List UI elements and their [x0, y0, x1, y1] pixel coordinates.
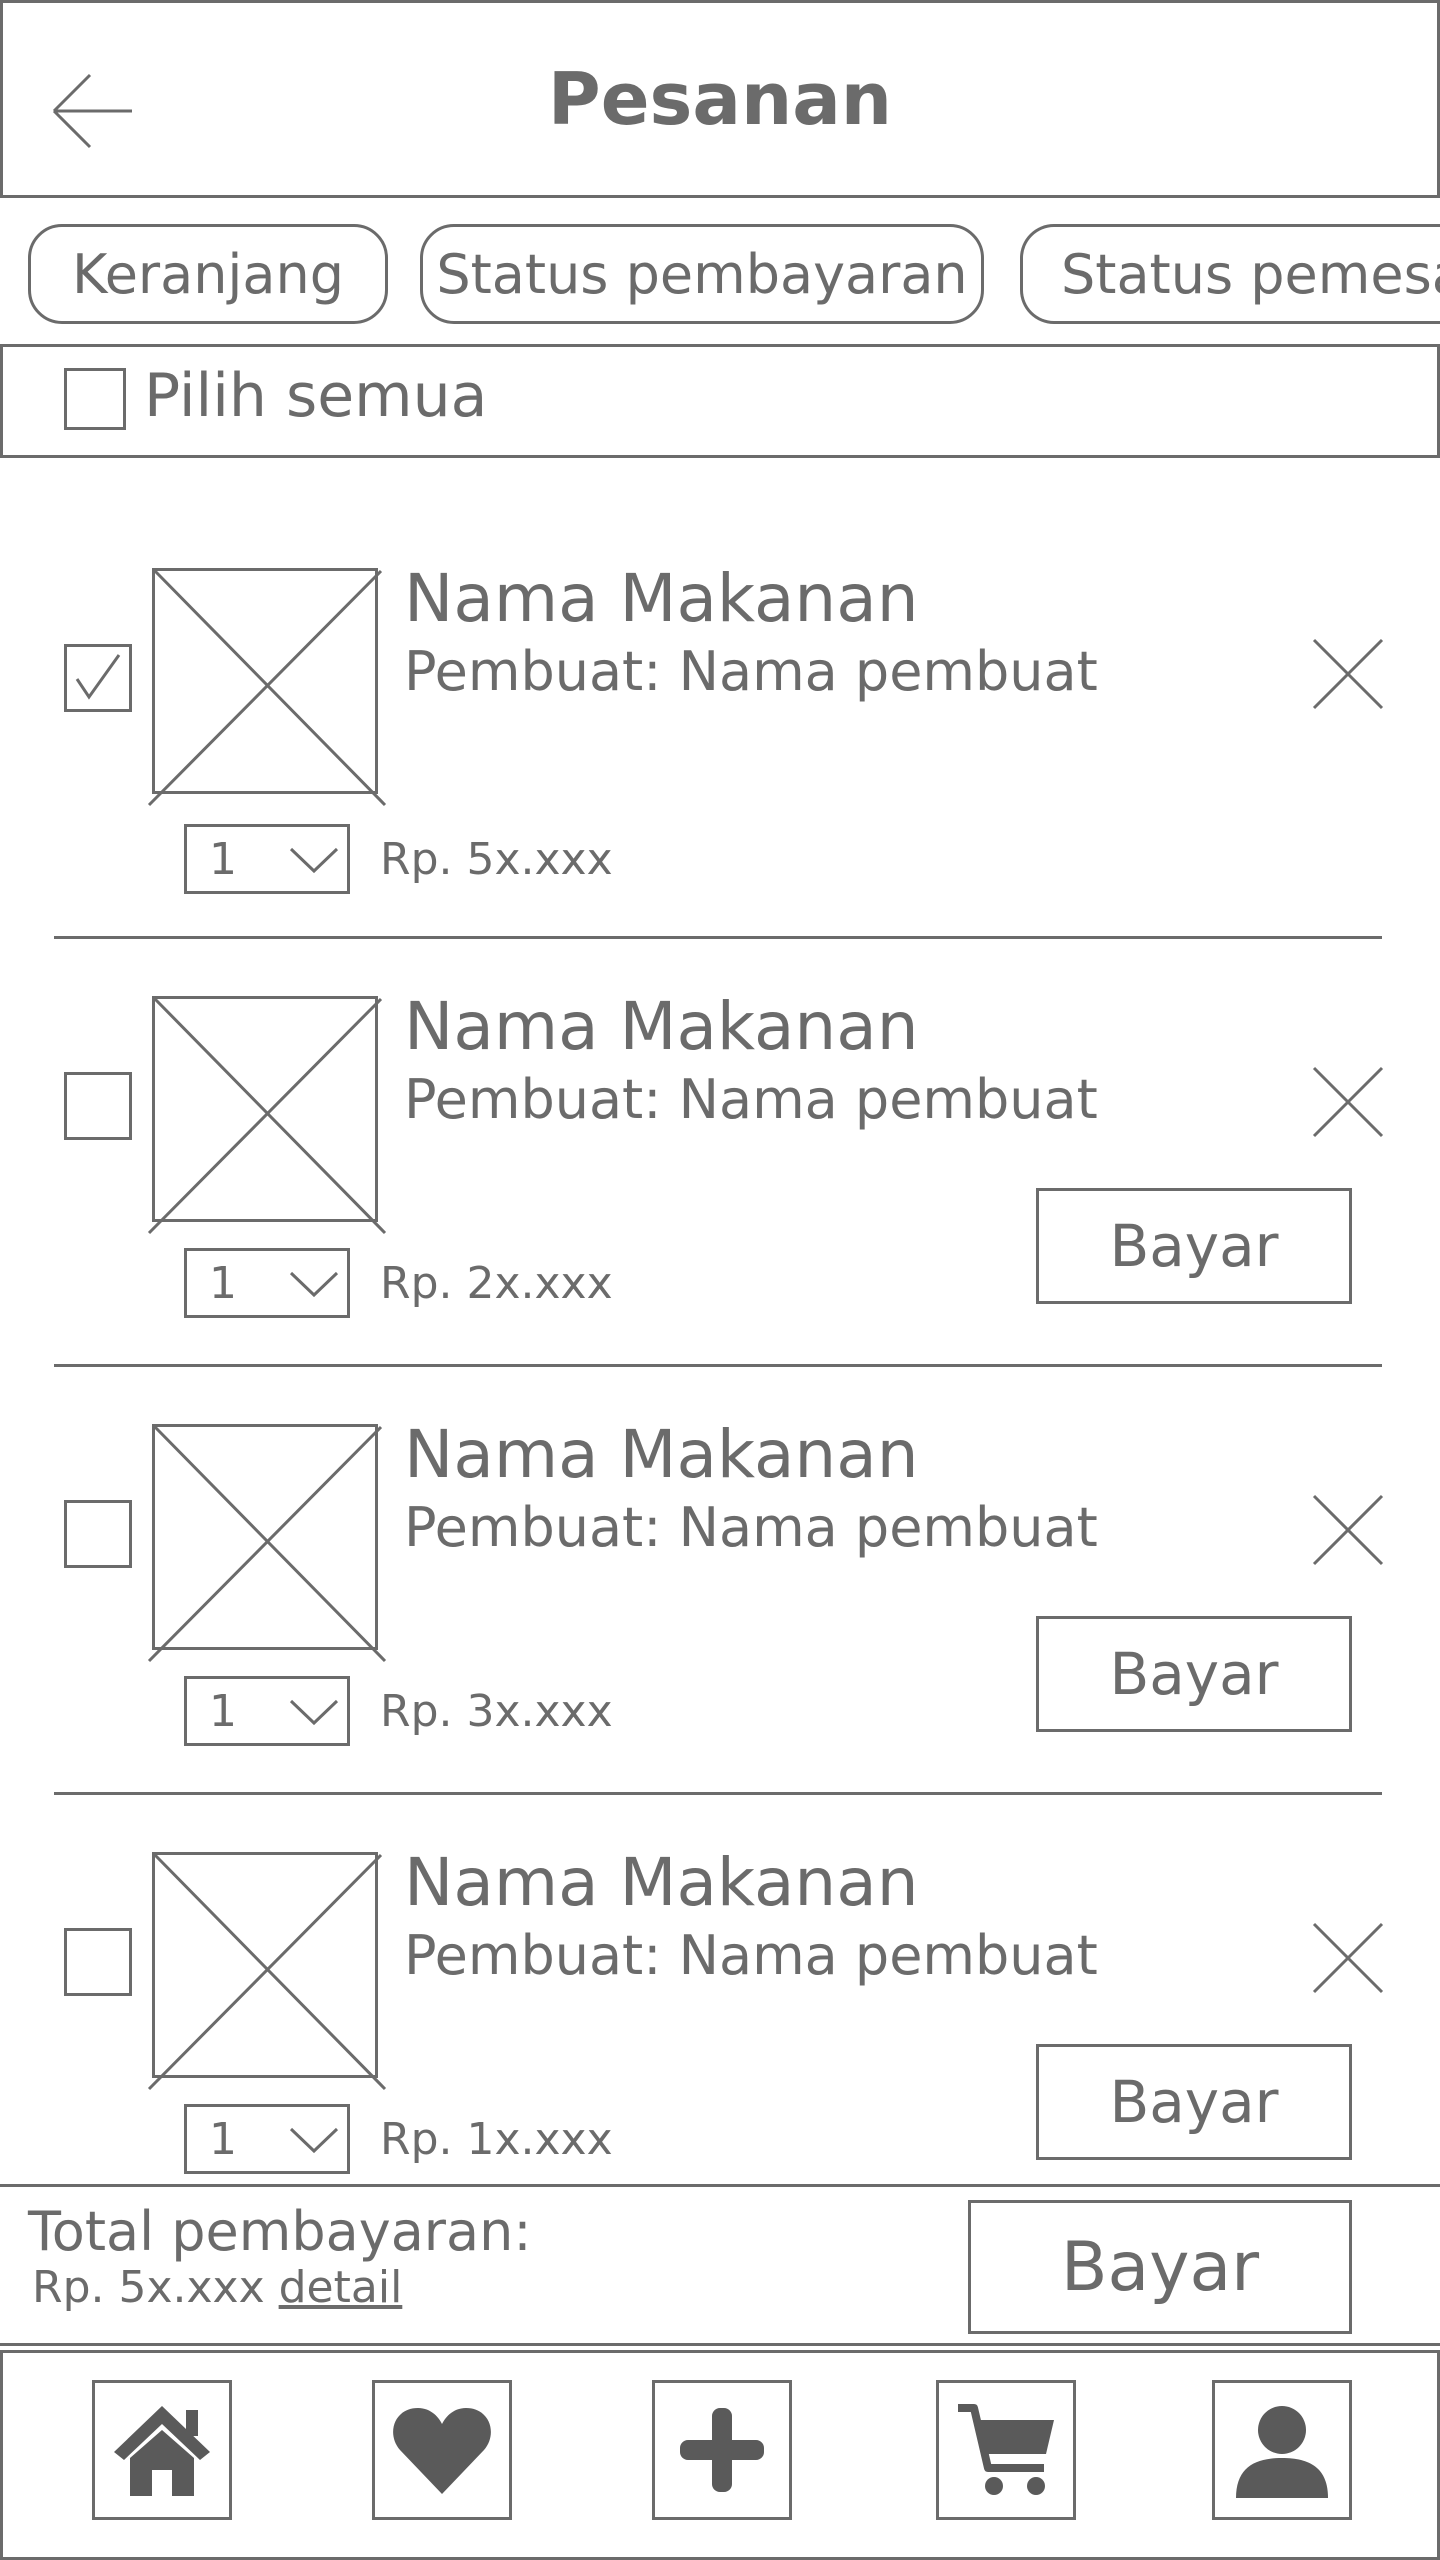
nav-profile[interactable]	[1212, 2380, 1352, 2520]
item-maker: Pembuat: Nama pembuat	[404, 640, 1098, 703]
chevron-down-icon	[289, 1271, 339, 1298]
nav-home[interactable]	[92, 2380, 232, 2520]
item-name: Nama Makanan	[404, 1416, 919, 1493]
item-name: Nama Makanan	[404, 1844, 919, 1921]
total-label: Total pembayaran:	[28, 2200, 532, 2263]
header-bar	[0, 0, 1440, 198]
cart-icon	[958, 2404, 1054, 2495]
nav-add[interactable]	[652, 2380, 792, 2520]
total-amount: Rp. 5x.xxx	[32, 2262, 265, 2313]
close-icon[interactable]	[1310, 636, 1386, 712]
item-maker: Pembuat: Nama pembuat	[404, 1068, 1098, 1131]
chevron-down-icon	[289, 2127, 339, 2154]
item-maker: Pembuat: Nama pembuat	[404, 1924, 1098, 1987]
close-icon[interactable]	[1310, 1920, 1386, 1996]
pay-button[interactable]: Bayar	[1036, 1188, 1352, 1304]
quantity-value: 1	[209, 1257, 237, 1309]
quantity-value: 1	[209, 1685, 237, 1737]
item-name: Nama Makanan	[404, 988, 919, 1065]
food-image-placeholder	[147, 1852, 387, 2091]
select-all-label: Pilih semua	[144, 361, 488, 431]
food-image-placeholder	[147, 568, 387, 807]
item-maker: Pembuat: Nama pembuat	[404, 1496, 1098, 1559]
divider	[54, 1792, 1382, 1795]
item-price: Rp. 1x.xxx	[380, 2114, 613, 2165]
item-price: Rp. 5x.xxx	[380, 834, 613, 885]
detail-link[interactable]: detail	[279, 2262, 403, 2313]
list-item: Nama Makanan Pembuat: Nama pembuat Bayar…	[0, 976, 1440, 1404]
item-checkbox[interactable]	[64, 1928, 132, 1996]
divider	[54, 1364, 1382, 1367]
nav-favorites[interactable]	[372, 2380, 512, 2520]
quantity-value: 1	[209, 833, 237, 885]
total-amount-line: Rp. 5x.xxx detail	[32, 2262, 402, 2313]
list-item: Nama Makanan Pembuat: Nama pembuat 1 Rp.…	[0, 548, 1440, 976]
select-all-checkbox[interactable]	[64, 368, 126, 430]
item-price: Rp. 3x.xxx	[380, 1686, 613, 1737]
item-checkbox[interactable]	[64, 1072, 132, 1140]
home-icon	[114, 2406, 210, 2496]
tab-status-pemesanan[interactable]: Status pemesanan	[1020, 224, 1440, 324]
plus-icon	[680, 2408, 764, 2492]
item-checkbox[interactable]	[64, 1500, 132, 1568]
list-item: Nama Makanan Pembuat: Nama pembuat Bayar…	[0, 1404, 1440, 1832]
arrow-left-icon[interactable]	[48, 66, 138, 156]
quantity-select[interactable]: 1	[184, 2104, 350, 2174]
checkmark-icon	[75, 654, 121, 700]
item-checkbox[interactable]	[64, 644, 132, 712]
quantity-select[interactable]: 1	[184, 824, 350, 894]
chevron-down-icon	[289, 1699, 339, 1726]
item-price: Rp. 2x.xxx	[380, 1258, 613, 1309]
pay-button[interactable]: Bayar	[1036, 2044, 1352, 2160]
total-pay-button[interactable]: Bayar	[968, 2200, 1352, 2334]
nav-cart[interactable]	[936, 2380, 1076, 2520]
quantity-select[interactable]: 1	[184, 1676, 350, 1746]
food-image-placeholder	[147, 1424, 387, 1663]
quantity-value: 1	[209, 2113, 237, 2165]
pay-button[interactable]: Bayar	[1036, 1616, 1352, 1732]
chevron-down-icon	[289, 847, 339, 874]
item-name: Nama Makanan	[404, 560, 919, 637]
divider	[54, 936, 1382, 939]
close-icon[interactable]	[1310, 1492, 1386, 1568]
quantity-select[interactable]: 1	[184, 1248, 350, 1318]
food-image-placeholder	[147, 996, 387, 1235]
tab-keranjang[interactable]: Keranjang	[28, 224, 388, 324]
user-icon	[1236, 2406, 1328, 2498]
heart-icon	[393, 2408, 491, 2494]
tab-status-pembayaran[interactable]: Status pembayaran	[420, 224, 984, 324]
close-icon[interactable]	[1310, 1064, 1386, 1140]
